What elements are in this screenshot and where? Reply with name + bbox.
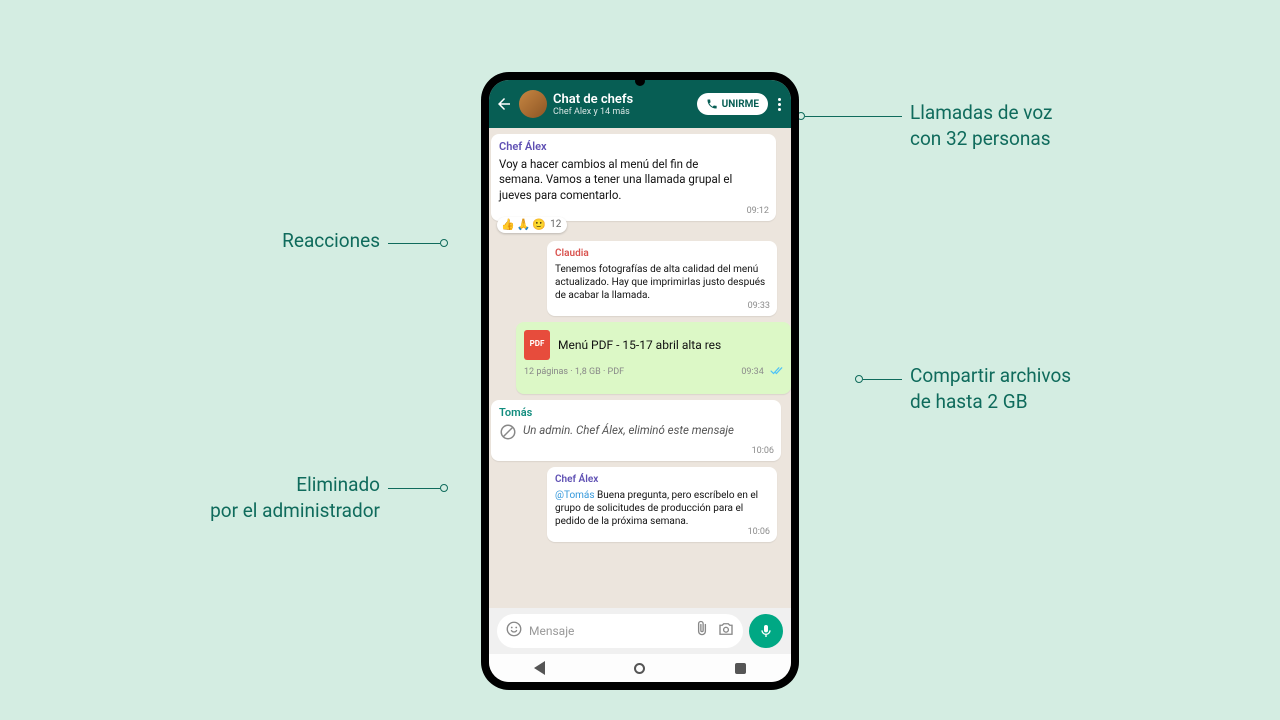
- read-ticks-icon: [769, 367, 783, 376]
- message-time: 10:06: [748, 526, 770, 538]
- blocked-icon: [499, 423, 517, 446]
- phone-screen: Chat de chefs Chef Álex y 14 más UNIRME …: [489, 80, 791, 682]
- callout-voice: Llamadas de voz con 32 personas: [910, 100, 1052, 151]
- reaction-emoji: 👍: [501, 218, 515, 233]
- mention: @Tomás: [555, 490, 595, 501]
- message-chef-alex-2[interactable]: Chef Álex @Tomás Buena pregunta, pero es…: [547, 467, 777, 542]
- callout-share: Compartir archivos de hasta 2 GB: [910, 363, 1071, 414]
- camera-icon[interactable]: [717, 620, 735, 642]
- message-deleted[interactable]: Tomás Un admin. Chef Álex, eliminó este …: [491, 400, 781, 461]
- connector-reactions: [388, 239, 448, 247]
- android-navbar: [489, 654, 791, 682]
- deleted-text: Un admin. Chef Álex, eliminó este mensaj…: [523, 423, 734, 438]
- reaction-bubble[interactable]: 👍 🙏 🙂 12: [497, 217, 567, 234]
- emoji-icon[interactable]: [505, 620, 523, 642]
- message-time: 09:12: [747, 205, 769, 217]
- chat-title-block[interactable]: Chat de chefs Chef Álex y 14 más: [553, 92, 691, 117]
- chat-subtitle: Chef Álex y 14 más: [553, 107, 691, 117]
- connector-deleted: [388, 484, 448, 492]
- callout-reactions: Reacciones: [180, 228, 380, 254]
- file-meta: 12 páginas · 1,8 GB · PDF: [524, 366, 624, 378]
- group-avatar[interactable]: [519, 90, 547, 118]
- connector-voice: [797, 112, 902, 120]
- message-time: 10:06: [752, 445, 774, 457]
- reaction-emoji: 🙏: [517, 218, 531, 233]
- input-placeholder: Mensaje: [529, 624, 687, 638]
- message-input[interactable]: Mensaje: [497, 614, 743, 648]
- message-text: Voy a hacer cambios al menú del fin de s…: [499, 157, 768, 204]
- menu-icon[interactable]: [774, 94, 785, 115]
- callout-deleted: Eliminado por el administrador: [150, 472, 380, 523]
- back-icon[interactable]: [495, 95, 513, 113]
- composer-bar: Mensaje: [489, 608, 791, 654]
- message-chef-alex-1[interactable]: Chef Álex Voy a hacer cambios al menú de…: [491, 134, 776, 221]
- nav-home-icon[interactable]: [634, 663, 645, 674]
- message-text: @Tomás Buena pregunta, pero escríbelo en…: [555, 489, 769, 528]
- sender-label: Chef Álex: [499, 140, 768, 155]
- join-call-button[interactable]: UNIRME: [697, 93, 768, 115]
- chat-title: Chat de chefs: [553, 92, 691, 107]
- nav-recent-icon[interactable]: [735, 663, 746, 674]
- reaction-count: 12: [550, 218, 561, 232]
- phone-frame: Chat de chefs Chef Álex y 14 más UNIRME …: [481, 72, 799, 690]
- reaction-emoji: 🙂: [532, 218, 546, 233]
- message-text: Tenemos fotografías de alta calidad del …: [555, 263, 769, 302]
- message-time: 09:34: [741, 367, 763, 377]
- attach-icon[interactable]: [693, 620, 711, 642]
- message-file-attachment[interactable]: PDF Menú PDF - 15-17 abril alta res 12 p…: [516, 322, 791, 394]
- phone-notch: [635, 76, 645, 86]
- pdf-icon: PDF: [524, 330, 550, 360]
- join-label: UNIRME: [722, 99, 759, 110]
- connector-share: [855, 375, 902, 383]
- phone-icon: [706, 98, 718, 110]
- file-name: Menú PDF - 15-17 abril alta res: [558, 337, 721, 353]
- chat-body[interactable]: Chef Álex Voy a hacer cambios al menú de…: [489, 128, 791, 608]
- sender-label: Chef Álex: [555, 473, 769, 487]
- sender-label: Claudia: [555, 247, 769, 261]
- message-time: 09:33: [748, 300, 770, 312]
- mic-button[interactable]: [749, 614, 783, 648]
- nav-back-icon[interactable]: [534, 661, 545, 675]
- sender-label: Tomás: [499, 406, 773, 421]
- message-claudia[interactable]: Claudia Tenemos fotografías de alta cali…: [547, 241, 777, 316]
- chat-toolbar: Chat de chefs Chef Álex y 14 más UNIRME: [489, 80, 791, 128]
